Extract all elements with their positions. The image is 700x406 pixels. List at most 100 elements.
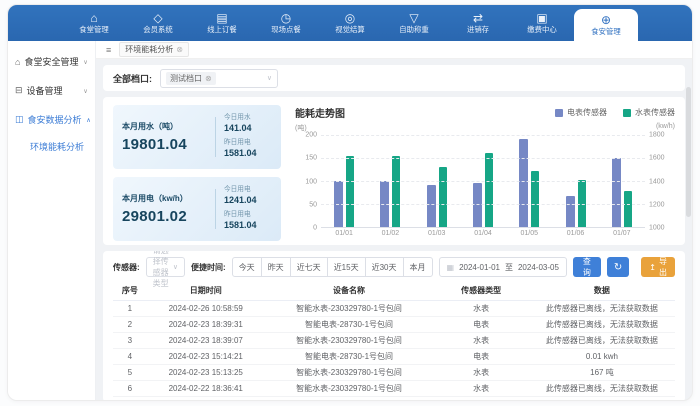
- quick-time-label: 便捷时间:: [191, 262, 226, 273]
- tab-bar: ≡ 环境能耗分析 ⊗: [96, 41, 692, 59]
- bar-water[interactable]: [392, 156, 400, 227]
- nav-item-线上订餐[interactable]: ▤线上订餐: [190, 5, 254, 41]
- stat-side-value: 1581.04: [224, 148, 272, 158]
- nav-item-会员系统[interactable]: ◇会员系统: [126, 5, 190, 41]
- quick-button-近30天[interactable]: 近30天: [365, 257, 404, 277]
- table-row[interactable]: 32024-02-23 18:39:07智能水表-230329780-1号包间水…: [113, 332, 675, 348]
- nav-item-进销存[interactable]: ⇄进销存: [446, 5, 510, 41]
- x-label: 01/06: [567, 230, 585, 237]
- bar-electric[interactable]: [612, 158, 621, 227]
- tab-env-energy[interactable]: 环境能耗分析 ⊗: [119, 42, 189, 57]
- refresh-button[interactable]: ↻: [607, 257, 629, 277]
- scrollbar-thumb[interactable]: [686, 87, 691, 217]
- refresh-icon: ↻: [614, 262, 622, 273]
- table-header: 数据: [529, 282, 675, 300]
- close-icon[interactable]: ⊗: [176, 45, 183, 54]
- gridline: [321, 158, 645, 159]
- table-cell: 智能水表-230329780-1号包间: [265, 332, 434, 348]
- bar-water[interactable]: [531, 171, 539, 227]
- left-tick: 100: [305, 178, 317, 185]
- bar-electric[interactable]: [566, 196, 575, 227]
- legend-item-水表传感器[interactable]: 水表传感器: [623, 107, 675, 118]
- table-row[interactable]: 22024-02-23 18:39:31智能电表-28730-1号包间电表此传感…: [113, 316, 675, 332]
- chart-title: 能耗走势图: [295, 105, 345, 120]
- analysis-icon: ◫: [15, 114, 24, 125]
- table-cell: 2024-02-23 15:13:25: [147, 364, 265, 380]
- sensor-select-placeholder: 请选择传感器类型: [153, 251, 173, 289]
- query-button[interactable]: 查询: [573, 257, 601, 277]
- nav-item-现场点餐[interactable]: ◷现场点餐: [254, 5, 318, 41]
- nav-item-缴费中心[interactable]: ▣缴费中心: [510, 5, 574, 41]
- sidebar-item-设备管理[interactable]: ⊟设备管理∨: [8, 76, 95, 105]
- selected-stall-label: 测试档口: [170, 73, 202, 84]
- table-cell: 电表: [433, 316, 529, 332]
- legend-label: 电表传感器: [567, 107, 607, 118]
- calendar-icon: ▦: [447, 263, 455, 272]
- table-row[interactable]: 42024-02-23 15:14:21智能电表-28730-1号包间电表0.0…: [113, 348, 675, 364]
- x-label: 01/02: [382, 230, 400, 237]
- payment-center-icon: ▣: [536, 12, 547, 24]
- x-label: 01/05: [521, 230, 539, 237]
- energy-trend-chart: 能耗走势图 电表传感器水表传感器 (吨) (kw/h) 200150100500…: [295, 105, 675, 237]
- sidebar-item-食安数据分析[interactable]: ◫食安数据分析∧: [8, 105, 95, 134]
- quick-button-本月[interactable]: 本月: [403, 257, 433, 277]
- stall-select[interactable]: 测试档口 ⊗ ∨: [160, 69, 278, 88]
- right-tick: 1000: [649, 225, 665, 232]
- table-cell: 智能水表-230329780-1号包间: [265, 380, 434, 396]
- quick-button-今天[interactable]: 今天: [232, 257, 262, 277]
- bar-water[interactable]: [624, 191, 632, 227]
- table-cell: 4: [113, 348, 147, 364]
- table-cell: 智能水表-230329780-1号包间: [265, 364, 434, 380]
- sidebar-subitem-环境能耗分析[interactable]: 环境能耗分析: [8, 134, 95, 159]
- nav-item-label: 缴费中心: [527, 25, 556, 33]
- chart-plot-area: [321, 135, 645, 228]
- remove-stall-icon[interactable]: ⊗: [205, 74, 212, 83]
- table-row[interactable]: 52024-02-23 15:13:25智能水表-230329780-1号包间水…: [113, 364, 675, 380]
- table-row[interactable]: 62024-02-22 18:36:41智能水表-230329780-1号包间水…: [113, 380, 675, 396]
- export-button[interactable]: ↥ 导出: [641, 257, 675, 277]
- collapse-menu-icon[interactable]: ≡: [106, 45, 111, 55]
- quick-button-近七天[interactable]: 近七天: [290, 257, 328, 277]
- member-icon: ◇: [153, 12, 162, 24]
- bar-water[interactable]: [439, 167, 447, 227]
- table-cell: 智能电表-28730-1号包间: [265, 316, 434, 332]
- legend-item-电表传感器[interactable]: 电表传感器: [555, 107, 607, 118]
- bar-electric[interactable]: [473, 183, 482, 227]
- table-cell: 167 吨: [529, 364, 675, 380]
- nav-item-label: 视觉结算: [335, 25, 364, 33]
- bar-water[interactable]: [485, 153, 493, 227]
- nav-item-食安管理[interactable]: ⊕食安管理: [574, 9, 638, 41]
- sidebar-item-食堂安全管理[interactable]: ⌂食堂安全管理∨: [8, 47, 95, 76]
- table-row[interactable]: 12024-02-26 10:58:59智能水表-230329780-1号包间水…: [113, 300, 675, 316]
- device-icon: ⊟: [15, 85, 23, 96]
- quick-button-近15天[interactable]: 近15天: [327, 257, 366, 277]
- dine-in-icon: ◷: [281, 12, 291, 24]
- home-icon: ⌂: [90, 12, 97, 24]
- table-cell: 此传感器已离线，无法获取数据: [529, 300, 675, 316]
- sensor-filter-label: 传感器:: [113, 262, 140, 273]
- stat-title: 本月用电（kw/h）: [122, 193, 207, 204]
- nav-item-自助称重[interactable]: ▽自助称重: [382, 5, 446, 41]
- quick-button-昨天[interactable]: 昨天: [261, 257, 291, 277]
- stats-column: 本月用水（吨）19801.04今日用水141.04昨日用电1581.04本月用电…: [113, 105, 281, 237]
- bar-water[interactable]: [346, 156, 354, 227]
- date-separator: 至: [505, 262, 513, 273]
- table-header: 设备名称: [265, 282, 434, 300]
- legend-label: 水表传感器: [635, 107, 675, 118]
- table-cell: 2024-02-23 18:39:07: [147, 332, 265, 348]
- bar-electric[interactable]: [519, 139, 528, 227]
- date-range-picker[interactable]: ▦ 2024-01-01 至 2024-03-05: [439, 257, 567, 277]
- sensor-type-select[interactable]: 请选择传感器类型 ∨: [146, 257, 185, 277]
- scrollbar-track[interactable]: [686, 47, 691, 362]
- stat-value: 19801.04: [122, 136, 207, 153]
- nav-item-食堂管理[interactable]: ⌂食堂管理: [62, 5, 126, 41]
- right-tick: 1600: [649, 155, 665, 162]
- nav-item-label: 会员系统: [143, 25, 172, 33]
- bar-electric[interactable]: [427, 185, 436, 227]
- table-cell: 5: [113, 364, 147, 380]
- nav-item-视觉结算[interactable]: ◎视觉结算: [318, 5, 382, 41]
- food-safety-icon: ⊕: [601, 14, 611, 26]
- table-cell: 智能水表-230329780-1号包间: [265, 300, 434, 316]
- table-cell: 2024-02-26 10:58:59: [147, 300, 265, 316]
- table-cell: 6: [113, 380, 147, 396]
